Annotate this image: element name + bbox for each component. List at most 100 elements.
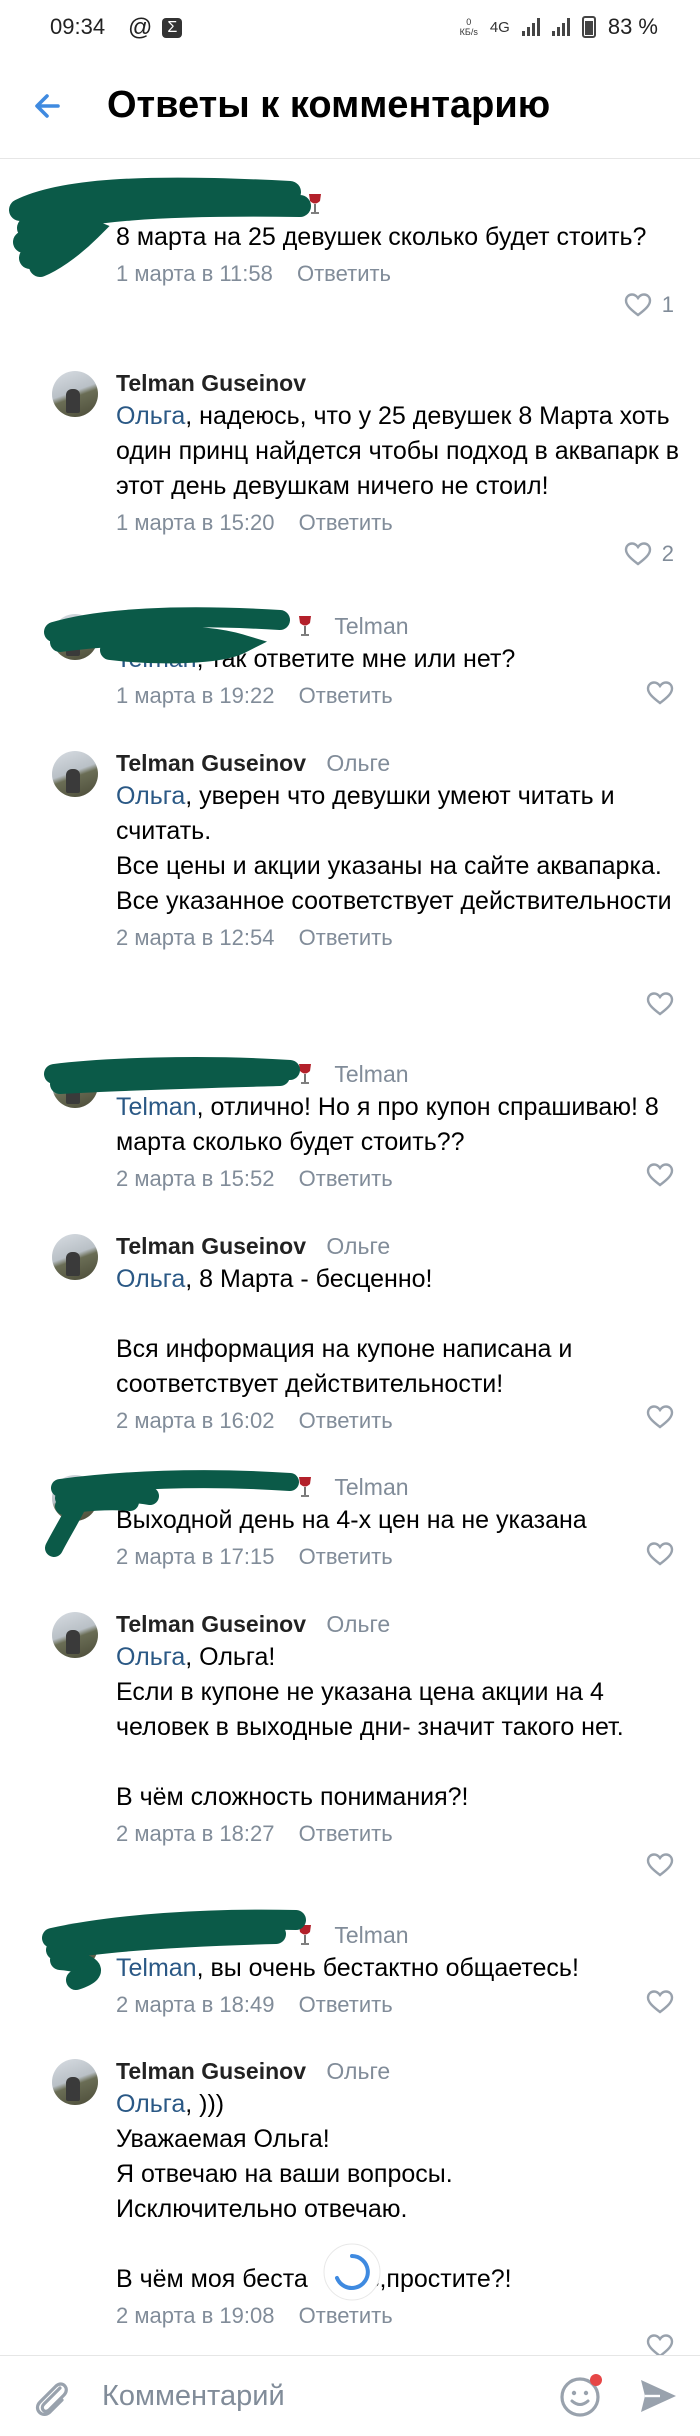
heart-icon <box>646 1542 674 1566</box>
back-arrow-icon[interactable] <box>28 84 72 128</box>
reply-button[interactable]: Ответить <box>299 510 393 535</box>
comment-author-line: Telman Guseinov Ольге <box>116 1608 680 1640</box>
reply-button[interactable]: Ответить <box>299 925 393 950</box>
comment-date: 2 марта в 17:15 <box>116 1544 275 1569</box>
comment-date: 1 марта в 11:58 <box>116 261 273 286</box>
reply-to-user[interactable]: Telman <box>334 1922 408 1948</box>
comment-author-line: Telman Guseinov <box>116 367 680 399</box>
like-button[interactable] <box>646 680 674 706</box>
comment-author[interactable]: Telman Guseinov <box>116 750 306 776</box>
comment-input[interactable] <box>102 2374 542 2418</box>
like-button[interactable] <box>646 1404 674 1430</box>
wine-glass-icon <box>299 1477 311 1497</box>
reply-to-user[interactable]: Ольге <box>326 2058 390 2084</box>
emoji-icon[interactable] <box>556 2370 606 2420</box>
avatar[interactable] <box>52 1612 98 1658</box>
like-button[interactable] <box>646 1989 674 2015</box>
reply-button[interactable]: Ответить <box>299 2303 393 2328</box>
avatar[interactable] <box>52 1475 98 1521</box>
like-count: 2 <box>661 541 674 566</box>
comment-text: Ольга, надеюсь, что у 25 девушек 8 Марта… <box>116 402 686 500</box>
reply-to-user[interactable]: Ольге <box>326 750 390 776</box>
avatar[interactable] <box>52 751 98 797</box>
comment-meta: 2 марта в 19:08 Ответить <box>116 2298 680 2334</box>
like-count: 1 <box>661 292 674 317</box>
wine-glass-icon <box>299 1925 311 1945</box>
mention-link[interactable]: Telman <box>116 1093 197 1121</box>
mention-link[interactable]: Ольга <box>116 782 185 810</box>
comment-meta: 2 марта в 17:15 Ответить <box>116 1539 680 1575</box>
mention-link[interactable]: Telman <box>116 645 197 673</box>
reply-button[interactable]: Ответить <box>299 1992 393 2017</box>
heart-icon <box>624 542 651 566</box>
avatar[interactable] <box>52 371 98 417</box>
comment-date: 1 марта в 19:22 <box>116 683 275 708</box>
comment-meta: 2 марта в 15:52 Ответить <box>116 1161 680 1197</box>
comment-author[interactable]: Telman Guseinov <box>116 1611 306 1637</box>
battery-level: 83 % <box>607 14 658 39</box>
mention-link[interactable]: Ольга <box>116 1265 185 1293</box>
reply-to-user[interactable]: Ольге <box>326 1233 390 1259</box>
status-bar: 09:34 @ Σ 0 КБ/s 4G 83 % <box>0 0 700 56</box>
comment-meta: 2 марта в 18:27 Ответить <box>116 1816 680 1852</box>
avatar[interactable] <box>52 1234 98 1280</box>
comment-meta: 2 марта в 12:54 Ответить <box>116 920 680 956</box>
reply-to-user[interactable]: Telman <box>334 1474 408 1500</box>
comment-text: Ольга, Ольга! Если в купоне не указана ц… <box>116 1643 624 1811</box>
comment-author[interactable]: Telman Guseinov <box>116 370 306 396</box>
comment-text: 8 марта на 25 девушек сколько будет стои… <box>116 223 647 251</box>
mention-link[interactable]: Telman <box>116 1954 197 1982</box>
app-header: Ответы к комментарию <box>0 56 700 159</box>
like-button[interactable] <box>646 991 674 1017</box>
comment-author-line: Telman Guseinov Ольге <box>116 747 680 779</box>
reply-to-user[interactable]: Telman <box>334 613 408 639</box>
send-icon[interactable] <box>636 2374 680 2418</box>
reply-button[interactable]: Ответить <box>299 1408 393 1433</box>
reply-button[interactable]: Ответить <box>299 683 393 708</box>
avatar[interactable] <box>52 1062 98 1108</box>
comment-author-line <box>116 188 680 220</box>
network-type: 4G <box>489 18 510 36</box>
comment-text: Telman, так ответите мне или нет? <box>116 645 516 673</box>
heart-icon <box>646 681 674 705</box>
like-button[interactable]: 1 <box>624 292 674 318</box>
comment-date: 2 марта в 18:27 <box>116 1821 275 1846</box>
comment-text: Telman, вы очень бестактно общаетесь! <box>116 1954 579 1982</box>
avatar[interactable] <box>52 614 98 660</box>
paperclip-icon[interactable] <box>30 2374 72 2420</box>
like-button[interactable] <box>646 1852 674 1878</box>
comment-author[interactable]: Telman Guseinov <box>116 1233 306 1259</box>
wine-glass-icon <box>299 1064 311 1084</box>
page: 09:34 @ Σ 0 КБ/s 4G 83 % Ответы к коммен… <box>0 0 700 2436</box>
wine-glass-icon <box>299 616 311 636</box>
comment-text: Ольга, ))) Уважаемая Ольга! Я отвечаю на… <box>116 2090 512 2293</box>
reply-button[interactable]: Ответить <box>297 261 391 286</box>
battery-icon <box>581 16 596 38</box>
mention-link[interactable]: Ольга <box>116 2090 185 2118</box>
mention-link[interactable]: Ольга <box>116 402 185 430</box>
like-button[interactable] <box>646 1162 674 1188</box>
mention-link[interactable]: Ольга <box>116 1643 185 1671</box>
heart-icon <box>646 1990 674 2014</box>
heart-icon <box>646 1405 674 1429</box>
comment-date: 2 марта в 18:49 <box>116 1992 275 2017</box>
like-button[interactable] <box>646 1541 674 1567</box>
like-button[interactable]: 2 <box>624 541 674 567</box>
status-time: 09:34 <box>50 14 106 39</box>
comment-text: Ольга, 8 Марта - бесценно! Вся информаци… <box>116 1265 573 1398</box>
reply-to-user[interactable]: Ольге <box>326 1611 390 1637</box>
reply-button[interactable]: Ответить <box>299 1166 393 1191</box>
avatar[interactable] <box>52 2059 98 2105</box>
avatar[interactable] <box>52 192 98 238</box>
signal-icon <box>521 18 540 36</box>
reply-to-user[interactable]: Telman <box>334 1061 408 1087</box>
comment-author[interactable]: Telman Guseinov <box>116 2058 306 2084</box>
comment-date: 2 марта в 12:54 <box>116 925 275 950</box>
comment-author-line: Telman <box>116 610 680 642</box>
comment-meta: 2 марта в 16:02 Ответить <box>116 1403 680 1439</box>
avatar[interactable] <box>52 1923 98 1969</box>
reply-button[interactable]: Ответить <box>299 1821 393 1846</box>
reply-button[interactable]: Ответить <box>299 1544 393 1569</box>
at-sign-icon: @ <box>128 14 153 41</box>
sigma-app-icon: Σ <box>162 18 183 38</box>
